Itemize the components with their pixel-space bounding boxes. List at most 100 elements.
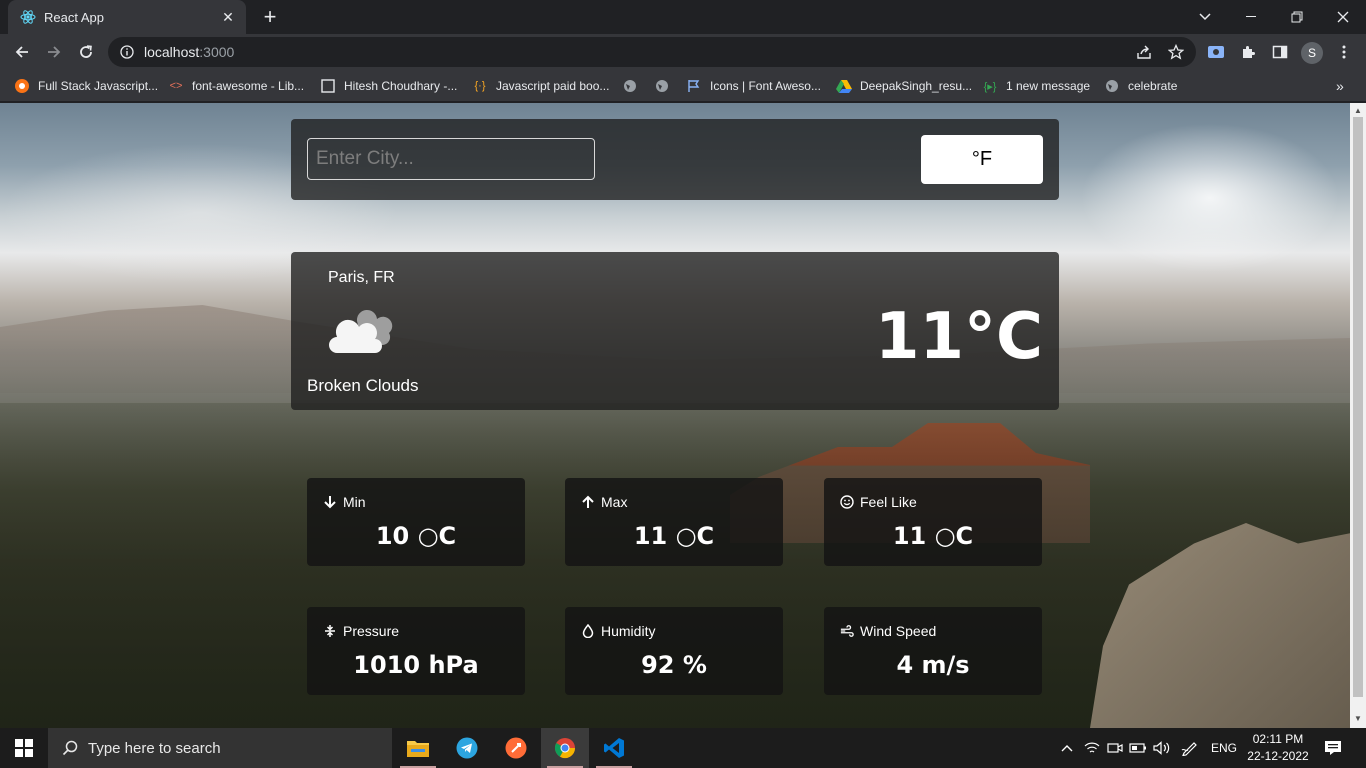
forward-arrow-icon[interactable]: [42, 40, 66, 64]
bookmark-star-icon[interactable]: [1165, 41, 1187, 63]
search-panel: °F: [291, 119, 1059, 200]
background-cloud: [1080, 123, 1340, 273]
stat-value: 4 m/s: [896, 651, 970, 679]
bookmarks-bar: Full Stack Javascript... <> font-awesome…: [0, 70, 1366, 102]
battery-icon[interactable]: [1128, 728, 1148, 768]
bookmark-item[interactable]: {▸} 1 new message: [982, 76, 1090, 96]
extension-screen-icon[interactable]: [1205, 41, 1227, 63]
address-bar[interactable]: localhost:3000: [108, 37, 1196, 67]
globe-icon: [654, 78, 670, 94]
stat-label: Pressure: [343, 623, 400, 639]
stat-label: Max: [601, 494, 628, 510]
restore-window-button[interactable]: [1274, 0, 1320, 34]
windows-taskbar: Type here to search ENG 02:11 PM 22-12-2…: [0, 728, 1366, 768]
language-indicator[interactable]: ENG: [1206, 728, 1242, 768]
droplet-icon: [581, 624, 595, 638]
bookmark-item[interactable]: Full Stack Javascript...: [14, 76, 158, 96]
browser-toolbar: localhost:3000: [0, 34, 1366, 70]
bookmark-item[interactable]: celebrate: [1104, 76, 1177, 96]
close-window-button[interactable]: [1320, 0, 1366, 34]
back-arrow-icon[interactable]: [10, 40, 34, 64]
broken-clouds-icon: [329, 309, 393, 353]
city-name: Paris, FR: [328, 269, 395, 286]
bookmark-item[interactable]: [622, 76, 646, 96]
tab-search-chevron-icon[interactable]: [1182, 0, 1228, 34]
arrow-up-icon: [581, 495, 595, 509]
stat-value: 92 %: [641, 651, 707, 679]
stat-card-humidity: Humidity 92 %: [565, 607, 783, 695]
tray-chevron-up-icon[interactable]: [1058, 728, 1076, 768]
current-weather-panel: Paris, FR Broken Clouds 11°C: [291, 252, 1059, 410]
taskbar-search-box[interactable]: Type here to search: [48, 728, 392, 768]
pen-icon[interactable]: [1178, 728, 1202, 768]
tab-title: React App: [44, 9, 104, 25]
share-icon[interactable]: [1133, 41, 1155, 63]
curly-braces-icon: {·}: [474, 80, 486, 92]
bookmark-item[interactable]: DeepakSingh_resu...: [836, 76, 972, 96]
chrome-icon[interactable]: [541, 728, 589, 768]
code-brackets-icon: <>: [169, 80, 183, 92]
browser-tab-react-app[interactable]: React App ✕: [8, 0, 246, 34]
arrow-down-icon: [323, 495, 337, 509]
camera-icon[interactable]: [1105, 728, 1125, 768]
telegram-icon[interactable]: [443, 728, 491, 768]
stat-label: Min: [343, 494, 366, 510]
url-text: localhost:3000: [144, 44, 235, 60]
stat-card-max: Max 11 ○C: [565, 478, 783, 566]
wifi-icon[interactable]: [1082, 728, 1102, 768]
windows-start-icon[interactable]: [0, 728, 48, 768]
stat-value: 1010 hPa: [353, 651, 479, 679]
vscode-icon[interactable]: [590, 728, 638, 768]
scroll-up-arrow-icon[interactable]: ▲: [1354, 107, 1362, 115]
minimize-window-button[interactable]: [1228, 0, 1274, 34]
stat-label: Wind Speed: [860, 623, 937, 639]
stat-card-min: Min 10 ○C: [307, 478, 525, 566]
bookmark-favicon-icon: [14, 78, 30, 94]
weather-description: Broken Clouds: [307, 376, 419, 395]
postman-icon[interactable]: [492, 728, 540, 768]
smile-icon: [840, 495, 854, 509]
stat-value: 11 ○C: [892, 522, 974, 550]
file-explorer-icon[interactable]: [394, 728, 442, 768]
taskbar-clock[interactable]: 02:11 PM 22-12-2022: [1246, 731, 1310, 765]
reload-icon[interactable]: [74, 40, 98, 64]
stat-card-pressure: Pressure 1010 hPa: [307, 607, 525, 695]
taskbar-search-placeholder: Type here to search: [88, 739, 221, 757]
bookmarks-overflow-chevron-icon[interactable]: »: [1336, 76, 1344, 96]
extensions-puzzle-icon[interactable]: [1237, 41, 1259, 63]
site-info-icon[interactable]: [120, 45, 134, 59]
new-tab-button[interactable]: +: [258, 6, 282, 28]
unit-toggle-button[interactable]: °F: [921, 135, 1043, 184]
page-scrollbar[interactable]: ▲ ▼: [1350, 103, 1366, 728]
bookmark-item[interactable]: [654, 76, 678, 96]
scrollbar-thumb[interactable]: [1353, 117, 1363, 697]
scroll-down-arrow-icon[interactable]: ▼: [1354, 715, 1362, 723]
side-panel-icon[interactable]: [1269, 41, 1291, 63]
search-icon: [62, 740, 78, 756]
page-viewport: °F Paris, FR Broken Clouds 11°C Min 10 ○…: [0, 103, 1350, 728]
react-logo-icon: [20, 10, 36, 24]
flag-icon: [686, 78, 702, 94]
volume-icon[interactable]: [1151, 728, 1173, 768]
globe-icon: [1104, 78, 1120, 94]
google-drive-icon: [836, 78, 852, 94]
city-search-input[interactable]: [307, 138, 595, 180]
stat-card-feel-like: Feel Like 11 ○C: [824, 478, 1042, 566]
notifications-icon[interactable]: [1320, 728, 1346, 768]
bookmark-item[interactable]: Hitesh Choudhary -...: [320, 76, 457, 96]
bookmark-item[interactable]: {·} Javascript paid boo...: [472, 76, 609, 96]
globe-icon: [622, 78, 638, 94]
more-menu-icon[interactable]: [1333, 41, 1355, 63]
profile-avatar[interactable]: S: [1301, 42, 1323, 64]
bookmark-item[interactable]: Icons | Font Aweso...: [686, 76, 821, 96]
tab-close-icon[interactable]: ✕: [220, 9, 236, 25]
bookmark-item[interactable]: <> font-awesome - Lib...: [168, 76, 305, 96]
wind-icon: [840, 624, 854, 638]
pressure-icon: [323, 624, 337, 638]
tab-strip: React App ✕ +: [0, 0, 1366, 34]
page-icon: [320, 78, 336, 94]
current-temperature: 11°C: [874, 300, 1043, 374]
stat-value: 10 ○C: [375, 522, 457, 550]
stat-label: Feel Like: [860, 494, 917, 510]
stat-value: 11 ○C: [633, 522, 715, 550]
